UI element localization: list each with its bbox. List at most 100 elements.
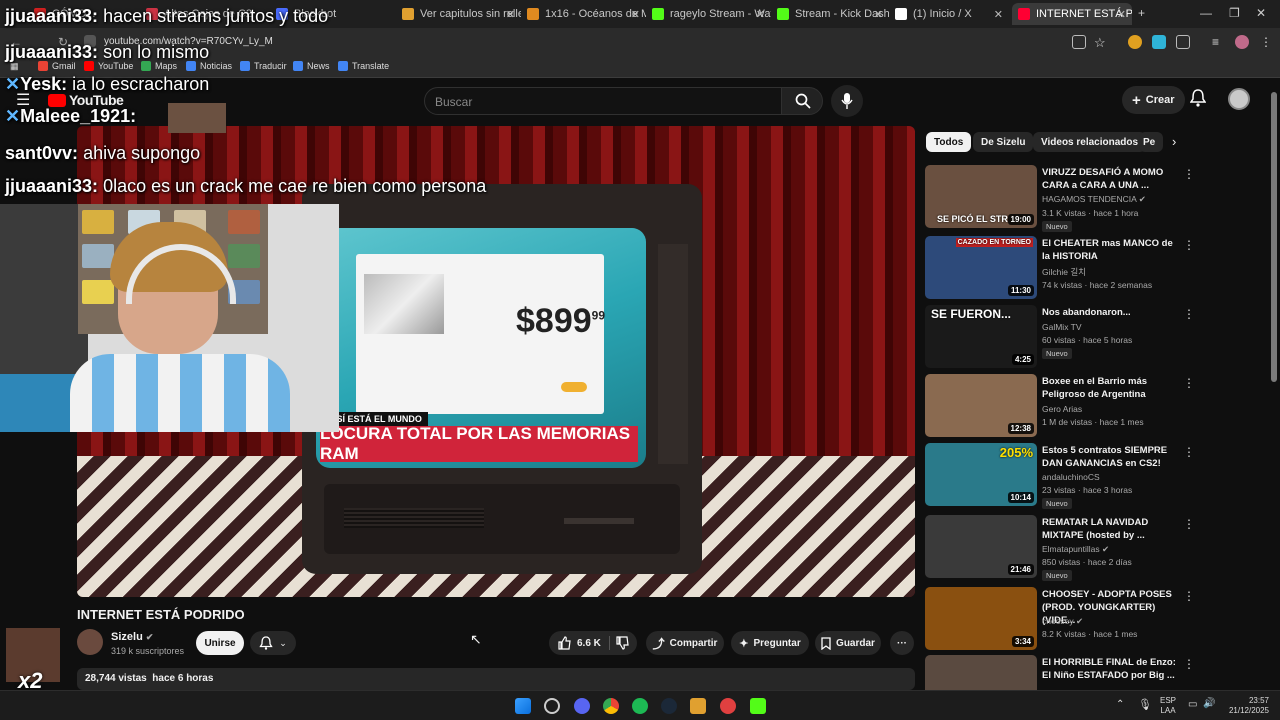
page-scrollbar[interactable]	[1271, 80, 1277, 680]
windows-start-icon[interactable]	[515, 698, 531, 714]
share-button[interactable]: ⤴ Compartir	[646, 631, 724, 655]
video-thumbnail[interactable]: SE FUERON... 4:25	[925, 305, 1037, 368]
minimize-icon[interactable]: —	[1200, 6, 1212, 20]
save-button[interactable]: Guardar	[815, 631, 881, 655]
account-avatar[interactable]	[1228, 88, 1250, 110]
browser-tab[interactable]: (1) Inicio / X ✕	[889, 3, 1009, 25]
app-icon[interactable]	[544, 698, 560, 714]
thumbs-down-icon[interactable]	[615, 636, 629, 650]
profile-icon[interactable]	[1235, 35, 1249, 49]
chevron-right-icon[interactable]: ›	[1172, 134, 1176, 149]
video-title[interactable]: Boxee en el Barrio más Peligroso de Arge…	[1042, 375, 1178, 401]
join-button[interactable]: Unirse	[196, 631, 244, 655]
browser-tab-active[interactable]: INTERNET ESTÁ PODR✕	[1012, 3, 1132, 25]
subscribed-bell-button[interactable]: ⌄	[250, 631, 296, 655]
related-video[interactable]: 3:34 CHOOSEY - ADOPTA POSES (PROD. YOUNG…	[925, 587, 1215, 651]
related-video[interactable]: El HORRIBLE FINAL de Enzo: El Niño ESTAF…	[925, 655, 1215, 690]
video-thumbnail[interactable]: 21:46	[925, 515, 1037, 578]
chip-from-channel[interactable]: De Sizelu	[973, 132, 1034, 152]
chevron-up-icon[interactable]: ⌃	[1116, 699, 1124, 710]
video-title[interactable]: Estos 5 contratos SIEMPRE DAN GANANCIAS …	[1042, 444, 1178, 470]
video-thumbnail[interactable]: 12:38	[925, 374, 1037, 437]
bookmark-news[interactable]: News	[293, 61, 330, 71]
video-title[interactable]: El CHEATER mas MANCO de la HISTORIA	[1042, 237, 1178, 263]
browser-tab[interactable]: rageylo Stream - Wat ✕	[646, 3, 771, 25]
video-channel[interactable]: Gilchie 길치	[1042, 266, 1086, 278]
more-actions-button[interactable]: ···	[890, 631, 914, 655]
channel-name[interactable]: Sizelu ✔	[111, 631, 153, 643]
close-window-icon[interactable]: ✕	[1256, 6, 1266, 20]
chip-all[interactable]: Todos	[926, 132, 972, 152]
voice-search-button[interactable]	[831, 85, 863, 117]
description-box[interactable]: 28,744 vistas hace 6 horas	[77, 668, 915, 690]
bookmark-translate[interactable]: Translate	[338, 61, 389, 71]
language-indicator[interactable]: ESP LAA	[1160, 696, 1176, 716]
discord-icon[interactable]	[574, 698, 590, 714]
volume-icon[interactable]: 🔊	[1203, 698, 1215, 709]
video-thumbnail[interactable]: 205% 10:14	[925, 443, 1037, 506]
more-vertical-icon[interactable]: ⋮	[1183, 376, 1195, 390]
app-icon[interactable]	[720, 698, 736, 714]
video-channel[interactable]: HAGAMOS TENDENCIA ✔	[1042, 194, 1146, 205]
steam-icon[interactable]	[661, 698, 677, 714]
more-vertical-icon[interactable]: ⋮	[1183, 167, 1195, 181]
mic-icon[interactable]: 🎙	[1138, 698, 1152, 711]
like-button[interactable]: 6.6 K	[557, 636, 601, 650]
related-video[interactable]: CAZADO EN TORNEO 11:30 El CHEATER mas MAN…	[925, 236, 1215, 300]
close-tab-icon[interactable]: ✕	[1117, 8, 1126, 21]
video-title[interactable]: Nos abandonaron...	[1042, 306, 1178, 319]
browser-tab[interactable]: Ver capitulos sin rellen ✕	[396, 3, 521, 25]
extension-icon[interactable]	[1152, 35, 1166, 49]
chrome-icon[interactable]	[603, 698, 619, 714]
related-video[interactable]: 205% 10:14 Estos 5 contratos SIEMPRE DAN …	[925, 443, 1215, 509]
video-thumbnail[interactable]: CAZADO EN TORNEO 11:30	[925, 236, 1037, 299]
video-channel[interactable]: Elmatapuntillas ✔	[1042, 544, 1109, 555]
maximize-icon[interactable]: ❐	[1229, 6, 1240, 20]
related-video[interactable]: 21:46 REMATAR LA NAVIDAD MIXTAPE (hosted…	[925, 515, 1215, 581]
extensions-puzzle-icon[interactable]	[1176, 35, 1190, 49]
related-video[interactable]: 12:38 Boxee en el Barrio más Peligroso d…	[925, 374, 1215, 438]
new-tab-button[interactable]: +	[1138, 6, 1145, 20]
network-icon[interactable]: ▭	[1188, 699, 1197, 710]
related-video[interactable]: SE FUERON... 4:25 Nos abandonaron... GalM…	[925, 305, 1215, 369]
create-button[interactable]: + Crear	[1122, 86, 1185, 114]
notifications-bell-icon[interactable]	[1190, 89, 1206, 107]
video-channel[interactable]: GalMix TV	[1042, 322, 1082, 332]
install-icon[interactable]	[1072, 35, 1086, 49]
bookmark-star-icon[interactable]: ☆	[1094, 35, 1108, 50]
close-tab-icon[interactable]: ✕	[756, 8, 765, 21]
video-thumbnail[interactable]: SE PICÓ EL STR 19:00	[925, 165, 1037, 228]
kick-icon[interactable]	[750, 698, 766, 714]
extension-icon[interactable]	[1128, 35, 1142, 49]
video-title[interactable]: VIRUZZ DESAFIÓ A MOMO CARA a CARA A UNA …	[1042, 166, 1178, 192]
video-channel[interactable]: andaluchinoCS	[1042, 472, 1100, 482]
bookmark-traducir[interactable]: Traducir	[240, 61, 287, 71]
close-tab-icon[interactable]: ✕	[874, 8, 883, 21]
chip-related[interactable]: Videos relacionados	[1033, 132, 1147, 152]
video-title[interactable]: REMATAR LA NAVIDAD MIXTAPE (hosted by ..…	[1042, 516, 1178, 542]
video-thumbnail[interactable]: 3:34	[925, 587, 1037, 650]
close-tab-icon[interactable]: ✕	[994, 8, 1003, 21]
more-vertical-icon[interactable]: ⋮	[1183, 307, 1195, 321]
more-vertical-icon[interactable]: ⋮	[1183, 517, 1195, 531]
related-video[interactable]: SE PICÓ EL STR 19:00 VIRUZZ DESAFIÓ A MOM…	[925, 165, 1215, 232]
close-tab-icon[interactable]: ✕	[631, 8, 640, 21]
video-channel[interactable]: choosey ✔	[1042, 616, 1083, 627]
video-thumbnail[interactable]	[925, 655, 1037, 690]
search-button[interactable]	[781, 87, 823, 115]
more-vertical-icon[interactable]: ⋮	[1183, 445, 1195, 459]
system-clock[interactable]: 23:57 21/12/2025	[1225, 696, 1269, 716]
app-icon[interactable]	[690, 698, 706, 714]
chip-more[interactable]: Pe	[1139, 132, 1163, 152]
more-vertical-icon[interactable]: ⋮	[1183, 657, 1195, 671]
more-vertical-icon[interactable]: ⋮	[1183, 589, 1195, 603]
scrollbar-thumb[interactable]	[1271, 92, 1277, 382]
close-tab-icon[interactable]: ✕	[506, 8, 515, 21]
browser-tab[interactable]: 1x16 - Océanos de M ✕	[521, 3, 646, 25]
ask-button[interactable]: ✦ Preguntar	[731, 631, 809, 655]
more-vertical-icon[interactable]: ⋮	[1183, 238, 1195, 252]
video-title[interactable]: El HORRIBLE FINAL de Enzo: El Niño ESTAF…	[1042, 656, 1178, 682]
browser-tab[interactable]: Stream - Kick Dashbo✕	[771, 3, 889, 25]
search-input[interactable]: Buscar	[424, 87, 782, 115]
spotify-icon[interactable]	[632, 698, 648, 714]
